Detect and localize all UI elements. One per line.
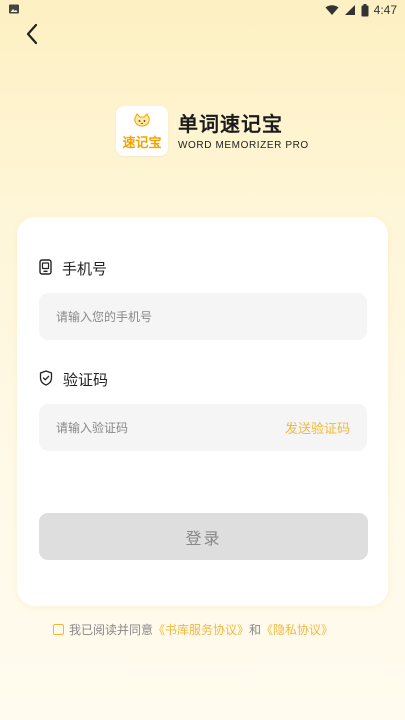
- login-card: 手机号 验证码 发送验证码 登录: [17, 217, 388, 606]
- phone-input-box: [39, 293, 367, 340]
- battery-icon: [361, 3, 369, 17]
- service-agreement-link[interactable]: 《书库服务协议》: [153, 621, 249, 638]
- brand-header: 速记宝 单词速记宝 WORD MEMORIZER PRO: [116, 106, 309, 156]
- status-left: [8, 3, 20, 18]
- chevron-left-icon: [25, 23, 39, 49]
- agreement-checkbox[interactable]: [53, 624, 64, 635]
- image-icon: [8, 3, 20, 18]
- agreement-row: 我已阅读并同意 《书库服务协议》 和 《隐私协议》: [53, 621, 333, 638]
- privacy-agreement-link[interactable]: 《隐私协议》: [261, 621, 333, 638]
- phone-input[interactable]: [56, 309, 350, 324]
- brand-text: 单词速记宝 WORD MEMORIZER PRO: [178, 112, 309, 151]
- login-button[interactable]: 登录: [39, 513, 368, 560]
- status-bar: 4:47: [0, 0, 405, 20]
- status-right: 4:47: [325, 3, 397, 17]
- phone-icon: [39, 258, 52, 279]
- back-button[interactable]: [18, 22, 46, 50]
- code-label: 验证码: [39, 369, 108, 390]
- signal-icon: [344, 4, 356, 16]
- status-time: 4:47: [373, 3, 397, 17]
- app-subtitle: WORD MEMORIZER PRO: [178, 139, 309, 151]
- logo-text: 速记宝: [122, 135, 162, 151]
- code-label-text: 验证码: [63, 371, 109, 389]
- wifi-icon: [325, 4, 339, 16]
- phone-label: 手机号: [39, 258, 107, 279]
- code-input[interactable]: [56, 420, 277, 435]
- shield-check-icon: [39, 369, 53, 390]
- agreement-prefix: 我已阅读并同意: [69, 623, 154, 637]
- phone-label-text: 手机号: [62, 260, 108, 278]
- send-code-button[interactable]: 发送验证码: [285, 418, 350, 437]
- agreement-and: 和: [249, 623, 262, 637]
- cat-face-icon: [132, 112, 152, 131]
- code-input-box: 发送验证码: [39, 404, 367, 451]
- app-title: 单词速记宝: [178, 111, 283, 136]
- app-logo: 速记宝: [116, 106, 168, 156]
